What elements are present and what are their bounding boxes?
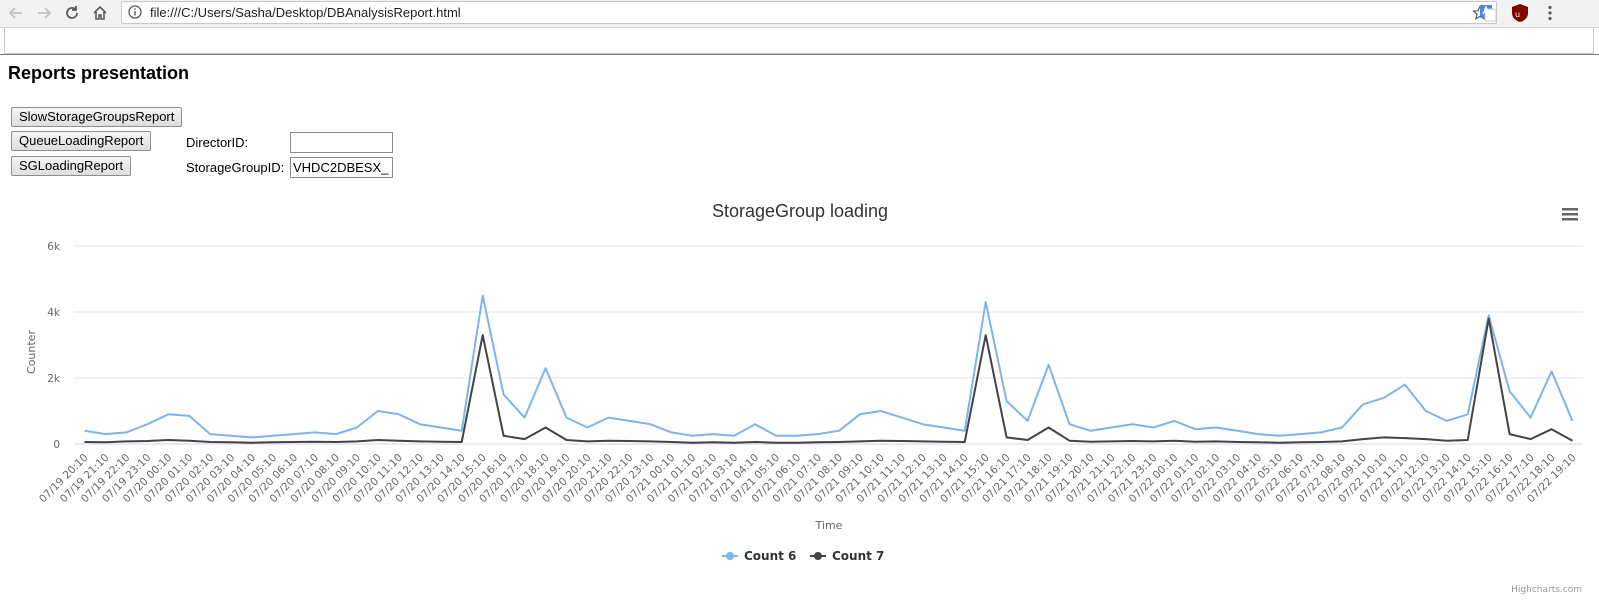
legend-marker bbox=[726, 552, 734, 560]
y-axis-ticks: 0 2k 4k 6k bbox=[47, 241, 61, 451]
chart-grid bbox=[74, 245, 1583, 445]
x-axis-label: Time bbox=[815, 519, 843, 532]
director-id-input[interactable] bbox=[290, 132, 393, 153]
storagegroup-loading-chart: StorageGroup loading 0 2k 4k 6k 07/19 20:10… bbox=[25, 201, 1583, 595]
highcharts-credits[interactable]: Highcharts.com bbox=[1511, 585, 1582, 595]
y-tick-label: 2k bbox=[47, 373, 61, 385]
browser-toolbar: file:///C:/Users/Sasha/Desktop/DBAnalysi… bbox=[0, 0, 1599, 28]
legend-item-1[interactable]: Count 6 bbox=[722, 549, 796, 563]
storage-group-id-label: StorageGroupID: bbox=[186, 160, 285, 175]
legend-label: Count 7 bbox=[832, 549, 884, 563]
y-axis-label: Counter bbox=[25, 330, 38, 374]
address-bar[interactable]: file:///C:/Users/Sasha/Desktop/DBAnalysi… bbox=[121, 1, 1497, 24]
y-tick-label: 4k bbox=[47, 307, 61, 319]
queue-loading-report-button[interactable]: QueueLoadingReport bbox=[11, 131, 152, 151]
reload-icon bbox=[66, 6, 78, 19]
bookmarks-bar bbox=[4, 28, 1594, 54]
y-tick-label: 6k bbox=[47, 241, 61, 253]
ublock-extension-icon[interactable]: u bbox=[1510, 3, 1530, 23]
storage-group-id-input[interactable] bbox=[290, 157, 393, 178]
series-line-2[interactable] bbox=[84, 317, 1573, 444]
arrow-left-icon bbox=[8, 7, 22, 19]
series-line-1[interactable] bbox=[84, 294, 1574, 439]
x-axis-ticks: 07/19 20:1007/19 21:1007/19 22:1007/19 2… bbox=[37, 452, 1579, 506]
info-icon[interactable] bbox=[128, 5, 142, 24]
home-button[interactable] bbox=[89, 2, 111, 24]
chart-context-menu-button[interactable] bbox=[1558, 205, 1582, 225]
menu-kebab-icon[interactable] bbox=[1540, 3, 1560, 23]
home-icon bbox=[93, 5, 107, 20]
url-text: file:///C:/Users/Sasha/Desktop/DBAnalysi… bbox=[150, 5, 461, 20]
chart-series bbox=[84, 294, 1574, 444]
legend-item-2[interactable]: Count 7 bbox=[810, 549, 884, 563]
director-id-label: DirectorID: bbox=[186, 135, 249, 150]
legend-marker bbox=[814, 552, 822, 560]
reload-button[interactable] bbox=[61, 2, 83, 24]
arrow-right-icon bbox=[38, 7, 52, 19]
legend-label: Count 6 bbox=[744, 549, 796, 563]
back-button[interactable] bbox=[5, 2, 27, 24]
translate-extension-icon[interactable] bbox=[1478, 3, 1498, 23]
svg-text:u: u bbox=[1515, 10, 1520, 19]
forward-button[interactable] bbox=[33, 2, 55, 24]
page-title: Reports presentation bbox=[8, 63, 190, 83]
divider bbox=[0, 54, 1599, 55]
chart-legend: Count 6 Count 7 bbox=[722, 549, 884, 563]
chart-title: StorageGroup loading bbox=[712, 201, 888, 221]
slow-storage-groups-report-button[interactable]: SlowStorageGroupsReport bbox=[11, 107, 183, 127]
y-tick-label: 0 bbox=[53, 439, 60, 451]
sg-loading-report-button[interactable]: SGLoadingReport bbox=[11, 156, 132, 176]
